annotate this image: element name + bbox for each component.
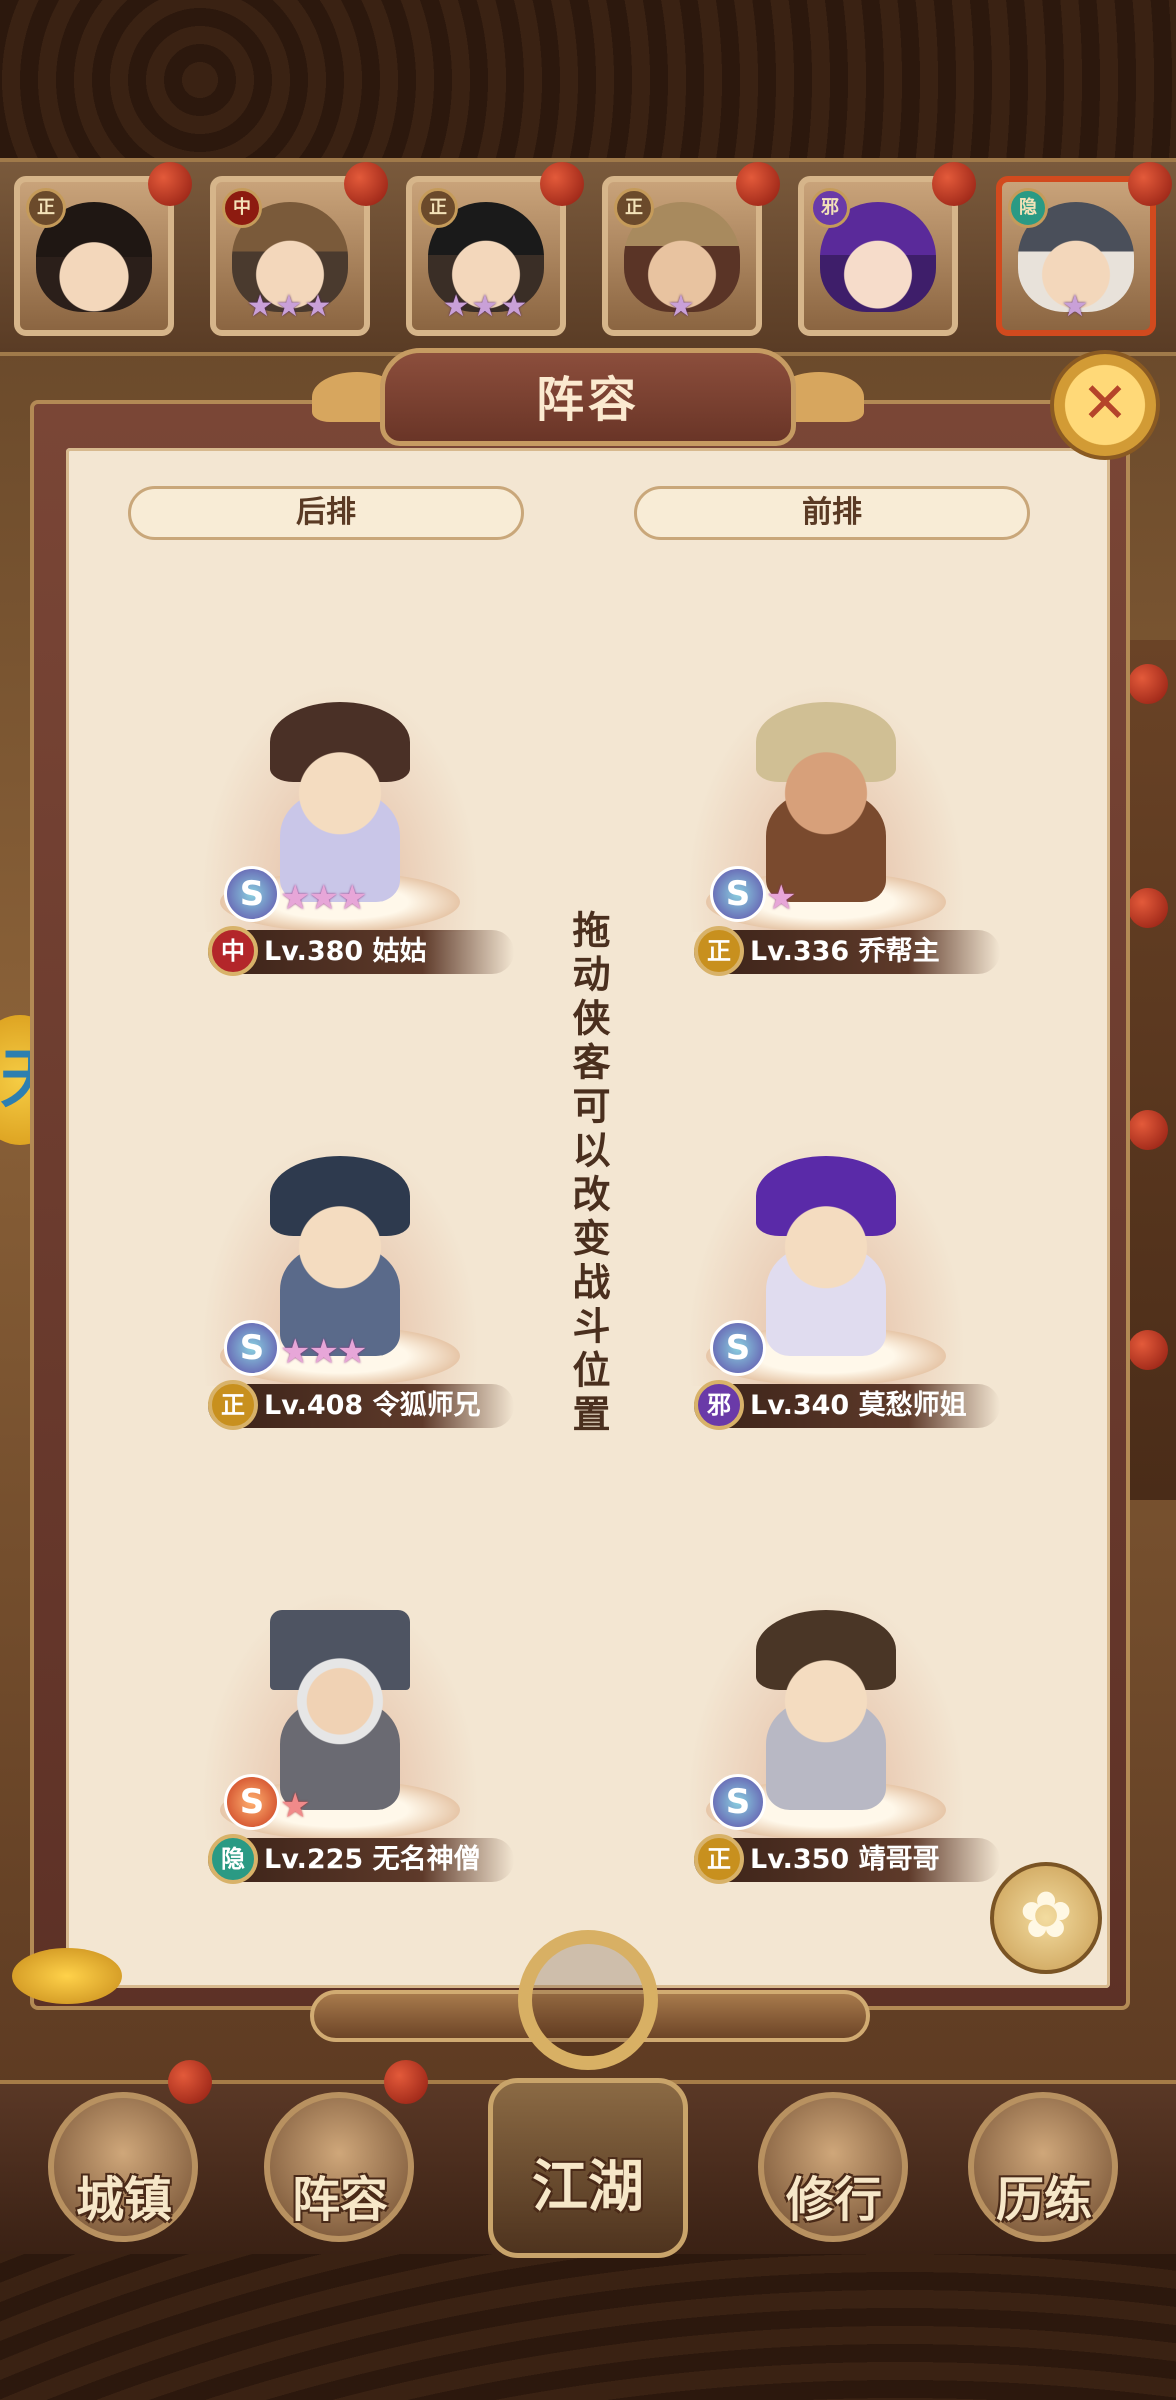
faction-badge: 中 <box>208 926 258 976</box>
hero-card[interactable]: S 正 Lv.350 靖哥哥 <box>666 1590 1000 1890</box>
hero-info-bar: 邪 Lv.340 莫愁师姐 <box>694 1380 1000 1430</box>
hero-card[interactable]: S ★ 正 Lv.336 乔帮主 <box>666 682 1000 982</box>
hero-card[interactable]: S ★★★ 正 Lv.408 令狐师兄 <box>180 1136 514 1436</box>
roster-slot[interactable]: 正 ★★★ <box>406 176 566 336</box>
notification-dot <box>168 2060 212 2104</box>
faction-badge: 邪 <box>810 188 850 228</box>
faction-badge: 隐 <box>1008 188 1048 228</box>
star-rating: ★ <box>280 1786 311 1826</box>
panel-bottom-ring <box>518 1930 658 2070</box>
faction-badge: 正 <box>418 188 458 228</box>
hero-info-bar: 正 Lv.336 乔帮主 <box>694 926 1000 976</box>
close-button[interactable]: ✕ <box>1050 350 1160 460</box>
rank-s-badge: S <box>710 1774 766 1830</box>
panel-title: 阵容 <box>535 372 640 428</box>
nav-trial-label: 历练 <box>995 2172 1092 2228</box>
hero-card[interactable]: S 邪 Lv.340 莫愁师姐 <box>666 1136 1000 1436</box>
nav-lineup-label: 阵容 <box>291 2172 388 2228</box>
rank-s-badge: S <box>710 1320 766 1376</box>
gold-coin-icon <box>12 1948 122 2004</box>
star-rating: ★★★ <box>280 1332 367 1372</box>
faction-badge: 正 <box>694 1834 744 1884</box>
nav-jianghu-label: 江湖 <box>532 2155 644 2220</box>
notification-dot <box>932 162 976 206</box>
hero-sprite-head <box>275 1630 405 1745</box>
hero-level-name: Lv.408 令狐师兄 <box>264 1390 481 1421</box>
star-rating: ★★★ <box>280 878 367 918</box>
hero-info-bar: 中 Lv.380 姑姑 <box>208 926 514 976</box>
hero-sprite-head <box>761 722 891 837</box>
front-row-label: 前排 <box>634 486 1030 540</box>
notification-dot <box>148 162 192 206</box>
hero-level-name: Lv.380 姑姑 <box>264 936 427 967</box>
back-row-label: 后排 <box>128 486 524 540</box>
rank-s-badge: S <box>224 1774 280 1830</box>
star-rating: ★★★ <box>246 289 334 324</box>
notification-dot <box>1128 888 1168 928</box>
nav-training-label: 修行 <box>785 2172 882 2228</box>
rank-s-badge: S <box>710 866 766 922</box>
hero-card[interactable]: S ★★★ 中 Lv.380 姑姑 <box>180 682 514 982</box>
roster-slot[interactable]: 正 <box>14 176 174 336</box>
notification-dot <box>1128 1110 1168 1150</box>
notification-dot <box>736 162 780 206</box>
faction-badge: 正 <box>614 188 654 228</box>
roster-slot[interactable]: 邪 <box>798 176 958 336</box>
notification-dot <box>1128 1330 1168 1370</box>
star-rating: ★ <box>1061 289 1091 324</box>
hero-level-name: Lv.336 乔帮主 <box>750 936 940 967</box>
hero-sprite-head <box>761 1176 891 1291</box>
top-background <box>0 0 1176 160</box>
star-rating: ★ <box>766 878 797 918</box>
flower-settings-icon[interactable]: ✿ <box>990 1862 1102 1974</box>
hero-sprite-head <box>275 1176 405 1291</box>
star-rating: ★ <box>667 289 697 324</box>
faction-badge: 隐 <box>208 1834 258 1884</box>
hero-info-bar: 正 Lv.408 令狐师兄 <box>208 1380 514 1430</box>
drag-hint-text: 拖动侠客可以改变战斗位置 <box>566 910 610 1438</box>
faction-badge: 邪 <box>694 1380 744 1430</box>
bottom-background <box>0 2240 1176 2400</box>
rank-s-badge: S <box>224 1320 280 1376</box>
notification-dot <box>540 162 584 206</box>
faction-badge: 中 <box>222 188 262 228</box>
roster-slot[interactable]: 正 ★ <box>602 176 762 336</box>
faction-badge: 正 <box>26 188 66 228</box>
star-rating: ★★★ <box>442 289 530 324</box>
hero-level-name: Lv.350 靖哥哥 <box>750 1844 940 1875</box>
hero-level-name: Lv.225 无名神僧 <box>264 1844 481 1875</box>
hero-sprite-head <box>275 722 405 837</box>
hero-info-bar: 隐 Lv.225 无名神僧 <box>208 1834 514 1884</box>
right-side-rail <box>1128 640 1176 1500</box>
notification-dot <box>1128 162 1172 206</box>
hero-level-name: Lv.340 莫愁师姐 <box>750 1390 967 1421</box>
notification-dot <box>384 2060 428 2104</box>
notification-dot <box>1128 664 1168 704</box>
roster-slot-selected[interactable]: 隐 ★ <box>996 176 1156 336</box>
hero-info-bar: 正 Lv.350 靖哥哥 <box>694 1834 1000 1884</box>
faction-badge: 正 <box>694 926 744 976</box>
nav-town-label: 城镇 <box>75 2172 172 2228</box>
roster-slot[interactable]: 中 ★★★ <box>210 176 370 336</box>
faction-badge: 正 <box>208 1380 258 1430</box>
hero-sprite-head <box>761 1630 891 1745</box>
rank-s-badge: S <box>224 866 280 922</box>
notification-dot <box>344 162 388 206</box>
hero-card[interactable]: S ★ 隐 Lv.225 无名神僧 <box>180 1590 514 1890</box>
